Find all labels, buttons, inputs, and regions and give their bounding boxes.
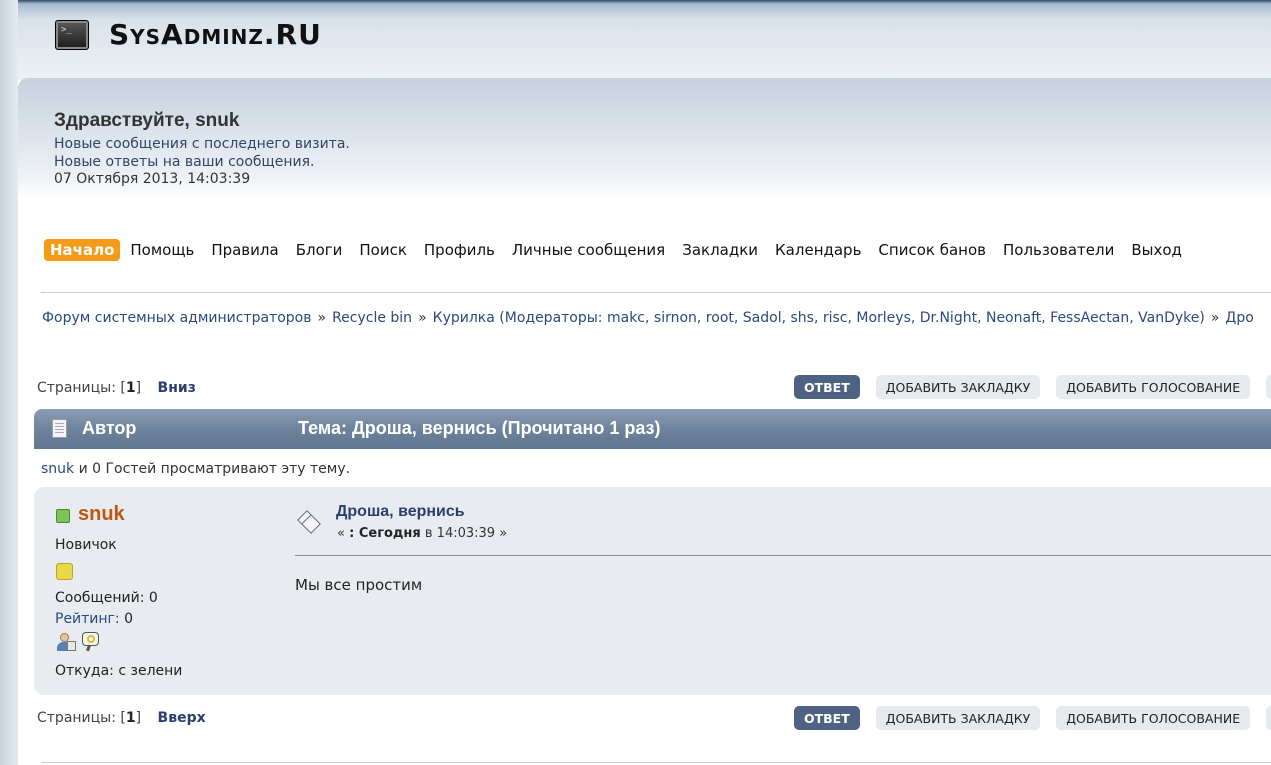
location-value: с зелени [118, 663, 183, 679]
bottom-divider [41, 762, 1271, 763]
greeting: Здравствуйте, snuk [54, 110, 240, 131]
poster-location: Откуда: с зелени [55, 663, 182, 679]
poster-name-link[interactable]: snuk [78, 503, 125, 526]
rating-value: 0 [124, 611, 134, 627]
meta-date: : Сегодня [349, 526, 421, 541]
breadcrumb-item-board[interactable]: Recycle bin [332, 310, 412, 326]
breadcrumb-item-topic[interactable]: Дро [1225, 310, 1253, 326]
breadcrumb-separator: » [418, 310, 427, 326]
rank-star-icon [56, 563, 73, 580]
personal-message-icon[interactable] [82, 632, 101, 652]
logo-text: SysAdminz.RU [109, 18, 322, 51]
viewer-user-link[interactable]: snuk [41, 461, 74, 477]
jump-up-link[interactable]: Вверх [158, 710, 206, 726]
menu-item-bookmarks[interactable]: Закладки [682, 241, 758, 259]
site-logo[interactable]: SysAdminz.RU [55, 18, 322, 51]
poster-posts: Сообщений: 0 [55, 590, 158, 606]
page: SysAdminz.RU Здравствуйте, snuk Новые со… [0, 0, 1271, 765]
posts-label: Сообщений: [55, 590, 145, 606]
current-page: 1 [125, 380, 136, 396]
meta-suffix: » [499, 526, 508, 541]
poster-rank: Новичок [55, 537, 117, 553]
post: snuk Новичок Сообщений: 0 Рейтинг: 0 Отк… [34, 487, 1271, 695]
breadcrumb-item-forum[interactable]: Форум системных администраторов [42, 310, 311, 326]
pages-label: Страницы: [37, 710, 116, 726]
posts-value: 0 [148, 590, 158, 606]
add-bookmark-button[interactable]: ДОБАВИТЬ ЗАКЛАДКУ [875, 706, 1041, 730]
more-button[interactable]: У [1266, 706, 1271, 730]
post-title-link[interactable]: Дроша, вернись [336, 503, 465, 521]
menu-item-profile[interactable]: Профиль [424, 241, 495, 259]
add-bookmark-button[interactable]: ДОБАВИТЬ ЗАКЛАДКУ [875, 375, 1041, 399]
pagination-bottom: Страницы: [1] Вверх [37, 710, 206, 726]
new-replies-link[interactable]: Новые ответы на ваши сообщения. [54, 154, 314, 170]
online-status-icon [56, 509, 70, 523]
menu-item-logout[interactable]: Выход [1131, 241, 1182, 259]
menu-item-blogs[interactable]: Блоги [296, 241, 343, 259]
post-icon [297, 510, 321, 534]
left-strip [0, 0, 18, 765]
rating-label-link[interactable]: Рейтинг: [55, 611, 120, 627]
reply-button[interactable]: ОТВЕТ [794, 706, 860, 730]
topic-header: Автор Тема: Дроша, вернись (Прочитано 1 … [34, 409, 1271, 449]
reply-button[interactable]: ОТВЕТ [794, 375, 860, 399]
terminal-icon [55, 19, 89, 50]
current-datetime: 07 Октября 2013, 14:03:39 [54, 171, 251, 187]
profile-icon[interactable] [56, 632, 76, 652]
menu-item-members[interactable]: Пользователи [1003, 241, 1114, 259]
add-poll-button[interactable]: ДОБАВИТЬ ГОЛОСОВАНИЕ [1056, 375, 1251, 399]
viewers-line: snuk и 0 Гостей просматривают эту тему. [41, 461, 350, 477]
meta-time: в 14:03:39 [424, 526, 496, 541]
post-divider [295, 555, 1271, 556]
menu-item-calendar[interactable]: Календарь [775, 241, 861, 259]
breadcrumb-item-subboard[interactable]: Курилка (Модераторы: makc, sirnon, root,… [433, 310, 1205, 326]
location-label: Откуда: [55, 663, 114, 679]
pagination-top: Страницы: [1] Вниз [37, 380, 196, 396]
pages-label: Страницы: [37, 380, 116, 396]
jump-down-link[interactable]: Вниз [158, 380, 196, 396]
divider [41, 292, 1271, 293]
add-poll-button[interactable]: ДОБАВИТЬ ГОЛОСОВАНИЕ [1056, 706, 1251, 730]
menu-item-home[interactable]: Начало [44, 239, 121, 261]
current-page: 1 [125, 710, 136, 726]
action-buttons-bottom: ОТВЕТ ДОБАВИТЬ ЗАКЛАДКУ ДОБАВИТЬ ГОЛОСОВ… [794, 706, 1271, 730]
menu-item-banlist[interactable]: Список банов [878, 241, 986, 259]
action-buttons-top: ОТВЕТ ДОБАВИТЬ ЗАКЛАДКУ ДОБАВИТЬ ГОЛОСОВ… [794, 375, 1271, 399]
document-icon [52, 419, 67, 438]
breadcrumb-separator: » [317, 310, 327, 326]
menu-item-messages[interactable]: Личные сообщения [512, 241, 665, 259]
topic-title: Тема: Дроша, вернись (Прочитано 1 раз) [298, 418, 661, 438]
author-column-title: Автор [82, 418, 137, 438]
post-body: Мы все простим [295, 576, 423, 594]
new-messages-link[interactable]: Новые сообщения с последнего визита. [54, 136, 350, 152]
main-menu: Начало Помощь Правила Блоги Поиск Профил… [44, 239, 1199, 261]
menu-item-rules[interactable]: Правила [211, 241, 278, 259]
menu-item-search[interactable]: Поиск [359, 241, 407, 259]
breadcrumb-separator: » [1210, 310, 1220, 326]
viewers-rest: и 0 Гостей просматривают эту тему. [78, 461, 351, 477]
poster-rating: Рейтинг: 0 [55, 611, 133, 627]
post-meta: « : Сегодня в 14:03:39 » [337, 526, 507, 541]
breadcrumb: Форум системных администраторов » Recycle … [42, 310, 1254, 326]
meta-prefix: « [337, 526, 345, 541]
menu-item-help[interactable]: Помощь [130, 241, 194, 259]
more-button[interactable]: У [1266, 375, 1271, 399]
